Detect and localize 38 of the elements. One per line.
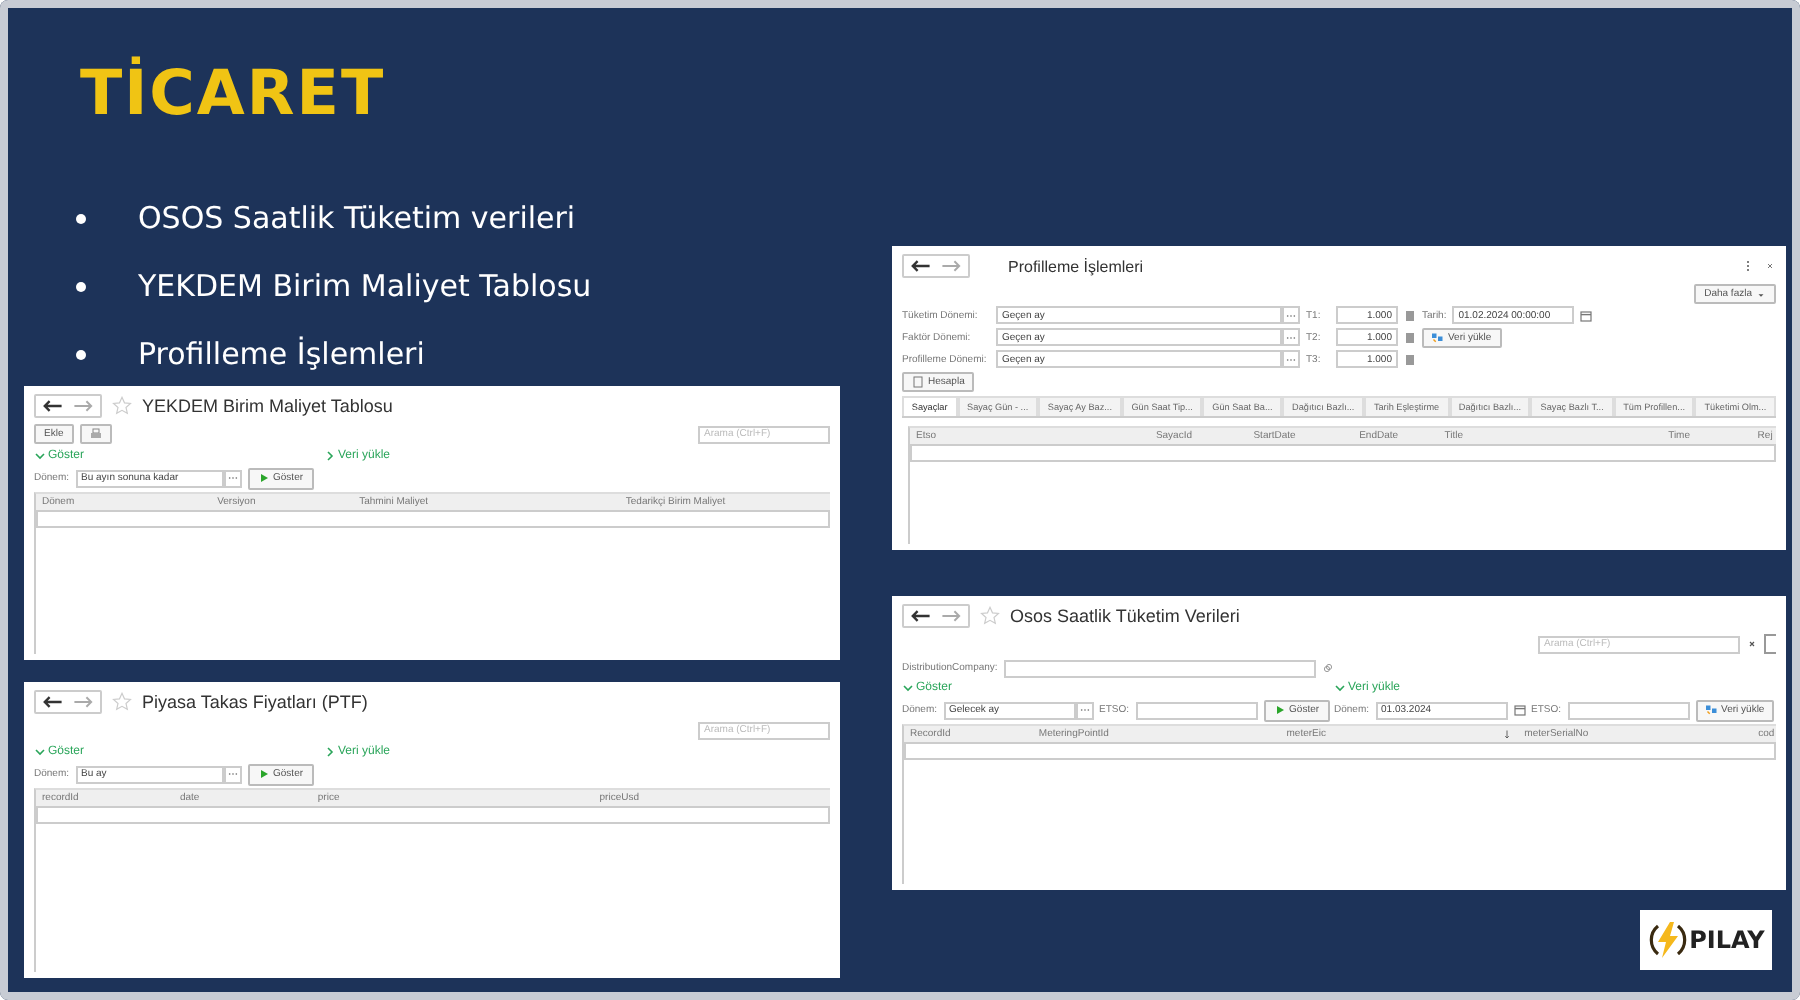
- browse-button[interactable]: [1282, 306, 1300, 324]
- etso-field[interactable]: [1567, 701, 1690, 719]
- bullet-text: Profilleme İşlemleri: [138, 336, 425, 372]
- star-icon[interactable]: [112, 396, 132, 416]
- browse-button[interactable]: [1282, 350, 1300, 368]
- print-button[interactable]: [79, 424, 112, 444]
- browse-button[interactable]: [223, 765, 242, 783]
- bullet-icon: [76, 349, 86, 359]
- clear-icon[interactable]: [1746, 638, 1758, 650]
- caret-icon: [1756, 289, 1766, 299]
- load-icon: [1705, 704, 1718, 716]
- logo-text: PILAY: [1689, 926, 1765, 954]
- window-title: Osos Saatlik Tüketim Verileri: [1010, 606, 1240, 626]
- browse-button[interactable]: [223, 469, 242, 487]
- bullet-icon: [76, 213, 86, 223]
- lightning-bolt-icon: [1647, 920, 1688, 960]
- company-dropdown[interactable]: [1003, 659, 1316, 677]
- browse-button[interactable]: [1282, 328, 1300, 346]
- window-title: Piyasa Takas Fiyatları (PTF): [142, 692, 368, 712]
- window-title: YEKDEM Birim Maliyet Tablosu: [142, 396, 393, 416]
- star-icon[interactable]: [980, 606, 1000, 626]
- play-icon: [1273, 704, 1286, 716]
- calendar-icon[interactable]: [1513, 704, 1526, 716]
- sort-arrow-icon: [1504, 729, 1511, 739]
- etso-field[interactable]: [1135, 701, 1258, 719]
- load-icon: [1432, 331, 1444, 343]
- link-icon[interactable]: [1321, 662, 1334, 674]
- calendar-icon[interactable]: [1580, 309, 1593, 321]
- bullet-icon: [76, 281, 86, 291]
- bullet-text: OSOS Saatlik Tüketim verileri: [138, 200, 576, 236]
- star-icon[interactable]: [112, 692, 132, 712]
- browse-button[interactable]: [1075, 701, 1094, 719]
- window-title: Profilleme İşlemleri: [1008, 257, 1144, 275]
- printer-icon: [89, 428, 102, 440]
- play-icon: [257, 472, 270, 484]
- close-icon[interactable]: [1764, 260, 1776, 272]
- bullet-text: YEKDEM Birim Maliyet Tablosu: [138, 268, 592, 304]
- play-icon: [257, 768, 270, 780]
